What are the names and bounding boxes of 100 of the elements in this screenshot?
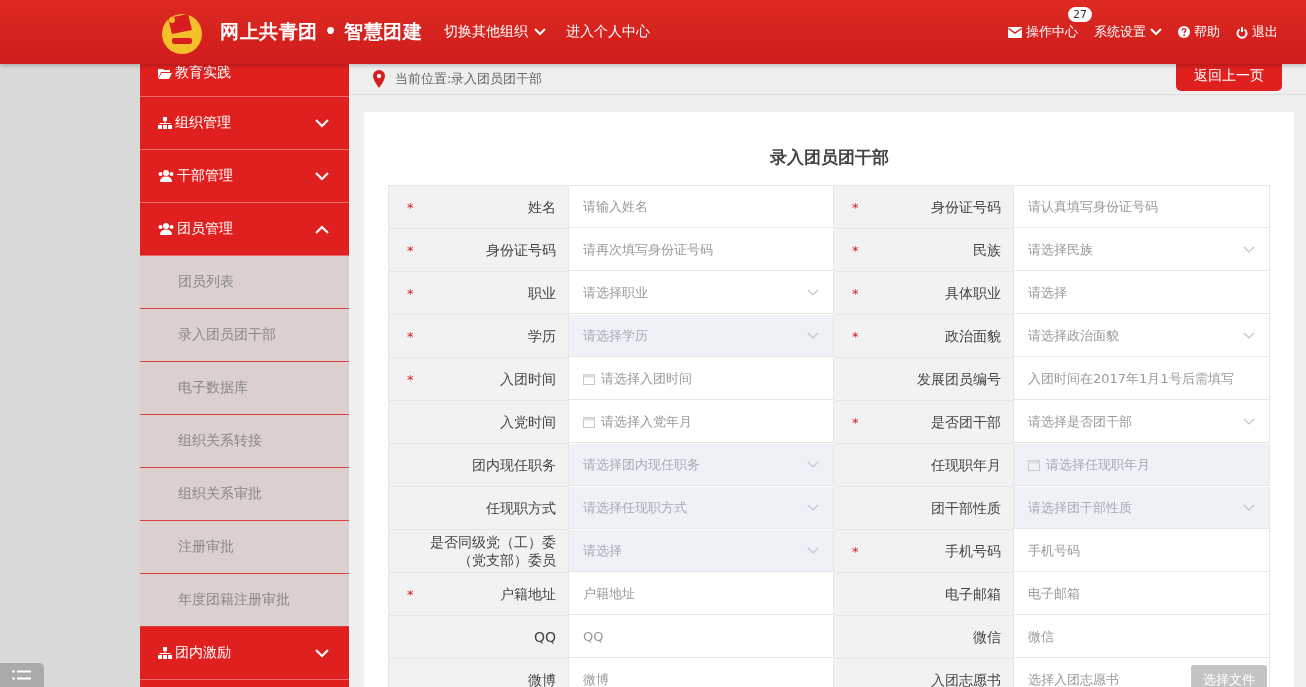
sidebar-subitem[interactable]: 电子数据库 (140, 362, 349, 415)
field-label: 是否团干部 (931, 412, 1001, 432)
location-pin-icon (373, 70, 385, 88)
placeholder-text: 请选择民族 (1028, 240, 1093, 259)
sidebar-subitem[interactable]: 录入团员团干部 (140, 309, 349, 362)
placeholder-text: 请认真填写身份证号码 (1028, 197, 1158, 216)
placeholder-text: 请选择学历 (583, 326, 648, 345)
input-field[interactable]: 请再次填写身份证号码 (569, 229, 834, 271)
placeholder-text: 微博 (583, 670, 609, 687)
chevron-down-icon (1150, 28, 1162, 36)
required-mark: * (407, 285, 414, 301)
folder-icon (158, 67, 172, 79)
sidebar-subitem[interactable]: 组织关系审批 (140, 468, 349, 521)
field-label: 发展团员编号 (917, 369, 1001, 389)
sidebar-label: 团员管理 (177, 220, 233, 238)
input-field[interactable]: 请选择是否团干部 (1014, 401, 1270, 443)
people-icon (158, 170, 174, 182)
hierarchy-icon (158, 647, 172, 659)
placeholder-text: QQ (583, 629, 604, 644)
input-field[interactable]: 电子邮箱 (1014, 573, 1270, 615)
required-mark: * (852, 199, 859, 215)
chevron-down-icon (807, 289, 819, 296)
input-field[interactable]: 请认真填写身份证号码 (1014, 186, 1270, 228)
placeholder-text: 请选择入党年月 (601, 412, 692, 431)
input-field[interactable]: QQ (569, 616, 834, 658)
placeholder-text: 请选择 (1028, 283, 1067, 302)
placeholder-text: 请选择任现职年月 (1046, 455, 1150, 474)
list-icon (12, 669, 32, 681)
field-label: 学历 (528, 326, 556, 346)
input-field[interactable]: 请选择政治面貌 (1014, 315, 1270, 357)
chevron-down-icon (1243, 332, 1255, 339)
placeholder-text: 请选择入团时间 (601, 369, 692, 388)
input-field[interactable]: 入团时间在2017年1月1号后需填写 (1014, 358, 1270, 400)
field-label: 职业 (528, 283, 556, 303)
placeholder-text: 户籍地址 (583, 584, 635, 603)
field-label: 具体职业 (945, 283, 1001, 303)
required-mark: * (852, 285, 859, 301)
sidebar-subitem[interactable]: 注册审批 (140, 521, 349, 574)
field-label: 微信 (973, 627, 1001, 647)
placeholder-text: 请选择团内现任职务 (583, 455, 700, 474)
required-mark: * (852, 242, 859, 258)
sidebar-subitem[interactable]: 年度团籍注册审批 (140, 574, 349, 627)
sidebar-label: 团内激励 (175, 644, 231, 662)
input-field[interactable]: 请选择 (1014, 272, 1270, 314)
hierarchy-icon (158, 117, 172, 129)
input-field[interactable]: 微信 (1014, 616, 1270, 658)
breadcrumb: 当前位置:录入团员团干部 (395, 70, 543, 88)
placeholder-text: 请选择任现职方式 (583, 498, 687, 517)
placeholder-text: 选择入团志愿书 (1028, 670, 1119, 687)
header-link[interactable]: 帮助 (1178, 23, 1220, 41)
chevron-down-icon (807, 461, 819, 468)
input-field[interactable]: 请选择入党年月 (569, 401, 834, 443)
calendar-icon (583, 415, 595, 428)
placeholder-text: 手机号码 (1028, 541, 1080, 560)
chevron-down-icon (1243, 246, 1255, 253)
sidebar-label: 组织管理 (175, 114, 231, 132)
field-label: 手机号码 (945, 541, 1001, 561)
nav-link[interactable]: 进入个人中心 (566, 23, 651, 41)
field-label: 任现职方式 (486, 498, 556, 518)
sidebar-label: 教育实践 (175, 64, 231, 82)
required-mark: * (407, 328, 414, 344)
placeholder-text: 电子邮箱 (1028, 584, 1080, 603)
site-title: 网上共青团 • 智慧团建 (220, 19, 423, 44)
sidebar-subitem[interactable]: 组织关系转接 (140, 415, 349, 468)
placeholder-text: 请选择团干部性质 (1028, 498, 1132, 517)
sidebar-label: 干部管理 (177, 167, 233, 185)
nav-link[interactable]: 切换其他组织 (444, 23, 547, 41)
field-label: 团内现任职务 (472, 455, 556, 475)
field-label: 入团时间 (500, 369, 556, 389)
required-mark: * (852, 543, 859, 559)
field-label: 姓名 (528, 197, 556, 217)
input-field[interactable]: 请选择入团时间 (569, 358, 834, 400)
placeholder-text: 入团时间在2017年1月1号后需填写 (1028, 369, 1234, 388)
header-link[interactable]: 退出 (1236, 23, 1278, 41)
field-label: 身份证号码 (931, 197, 1001, 217)
placeholder-text: 请选择政治面貌 (1028, 326, 1119, 345)
field-label: 民族 (973, 240, 1001, 260)
input-field[interactable]: 请选择民族 (1014, 229, 1270, 271)
chevron-down-icon (807, 332, 819, 339)
input-field[interactable]: 请输入姓名 (569, 186, 834, 228)
form-title: 录入团员团干部 (768, 146, 890, 169)
input-field[interactable]: 请选择职业 (569, 272, 834, 314)
field-label: 任现职年月 (931, 455, 1001, 475)
field-label: 身份证号码 (486, 240, 556, 260)
placeholder-text: 请选择 (583, 541, 622, 560)
header-link[interactable]: 系统设置 (1094, 23, 1162, 41)
placeholder-text: 请选择是否团干部 (1028, 412, 1132, 431)
people-icon (158, 223, 174, 235)
calendar-icon (583, 372, 595, 385)
input-field[interactable]: 手机号码 (1014, 530, 1270, 572)
chevron-down-icon (807, 504, 819, 511)
list-menu-button[interactable] (0, 663, 44, 687)
input-field[interactable]: 户籍地址 (569, 573, 834, 615)
chevron-down-icon (807, 547, 819, 554)
required-mark: * (852, 328, 859, 344)
count-badge: 27 (1068, 7, 1092, 22)
field-label: 政治面貌 (945, 326, 1001, 346)
chevron-down-icon (534, 28, 547, 36)
sidebar-subitem[interactable]: 团员列表 (140, 256, 349, 309)
sidebar-item[interactable]: 教育实践 (140, 64, 349, 97)
